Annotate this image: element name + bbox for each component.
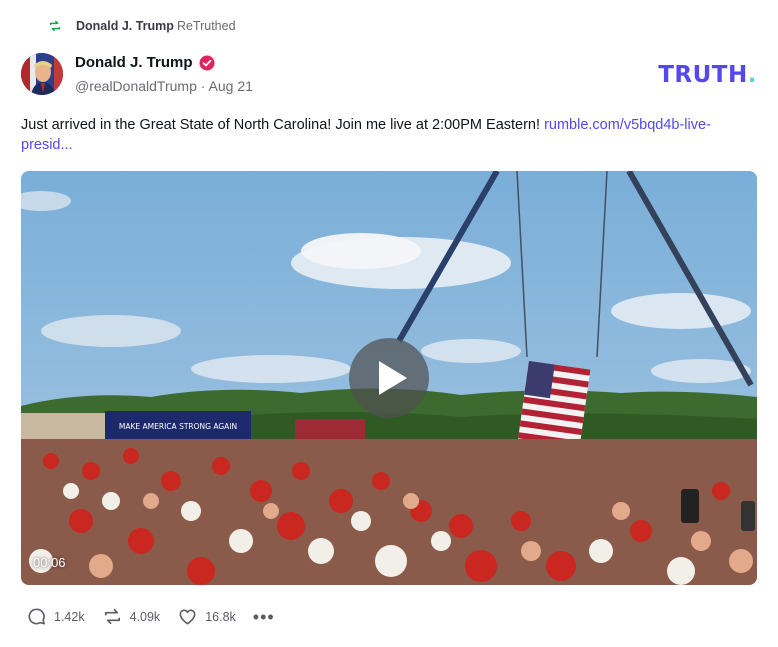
- reply-count: 1.42k: [54, 609, 85, 624]
- video-timecode: 00:06: [33, 555, 66, 570]
- retruth-label: ReTruthed: [176, 19, 236, 33]
- post-actions: 1.42k 4.09k 16.8k •••: [26, 606, 275, 627]
- stage-banner: MAKE AMERICA STRONG AGAIN: [119, 422, 237, 431]
- author-name-text[interactable]: Donald J. Trump: [75, 54, 193, 71]
- play-button[interactable]: [349, 338, 429, 418]
- verified-badge-icon: [199, 55, 215, 71]
- heart-icon: [177, 606, 198, 627]
- like-button[interactable]: 16.8k: [177, 606, 236, 627]
- retruth-button[interactable]: 4.09k: [102, 606, 161, 627]
- retruth-banner: Donald J. Trump ReTruthed: [48, 19, 236, 33]
- retruth-count: 4.09k: [129, 609, 161, 624]
- truth-logo-text: TRUTH: [658, 62, 748, 88]
- reply-button[interactable]: 1.42k: [26, 606, 85, 627]
- retruth-icon: [48, 19, 62, 33]
- post-text: Just arrived in the Great State of North…: [21, 117, 545, 133]
- reply-icon: [26, 606, 47, 627]
- post-meta[interactable]: @realDonaldTrump · Aug 21: [75, 78, 253, 94]
- video-player[interactable]: MAKE AMERICA STRONG AGAIN 00:06: [21, 171, 757, 585]
- avatar[interactable]: [21, 53, 63, 95]
- post-header: Donald J. Trump @realDonaldTrump · Aug 2…: [21, 53, 757, 99]
- retruth-author[interactable]: Donald J. Trump: [76, 19, 174, 33]
- retruth-action-icon: [102, 606, 123, 627]
- author-name[interactable]: Donald J. Trump: [75, 54, 215, 71]
- truth-logo[interactable]: TRUTH.: [658, 62, 757, 88]
- like-count: 16.8k: [205, 609, 236, 624]
- more-options-icon[interactable]: •••: [253, 608, 275, 626]
- truth-logo-dot: .: [747, 62, 757, 88]
- post-body: Just arrived in the Great State of North…: [21, 115, 761, 155]
